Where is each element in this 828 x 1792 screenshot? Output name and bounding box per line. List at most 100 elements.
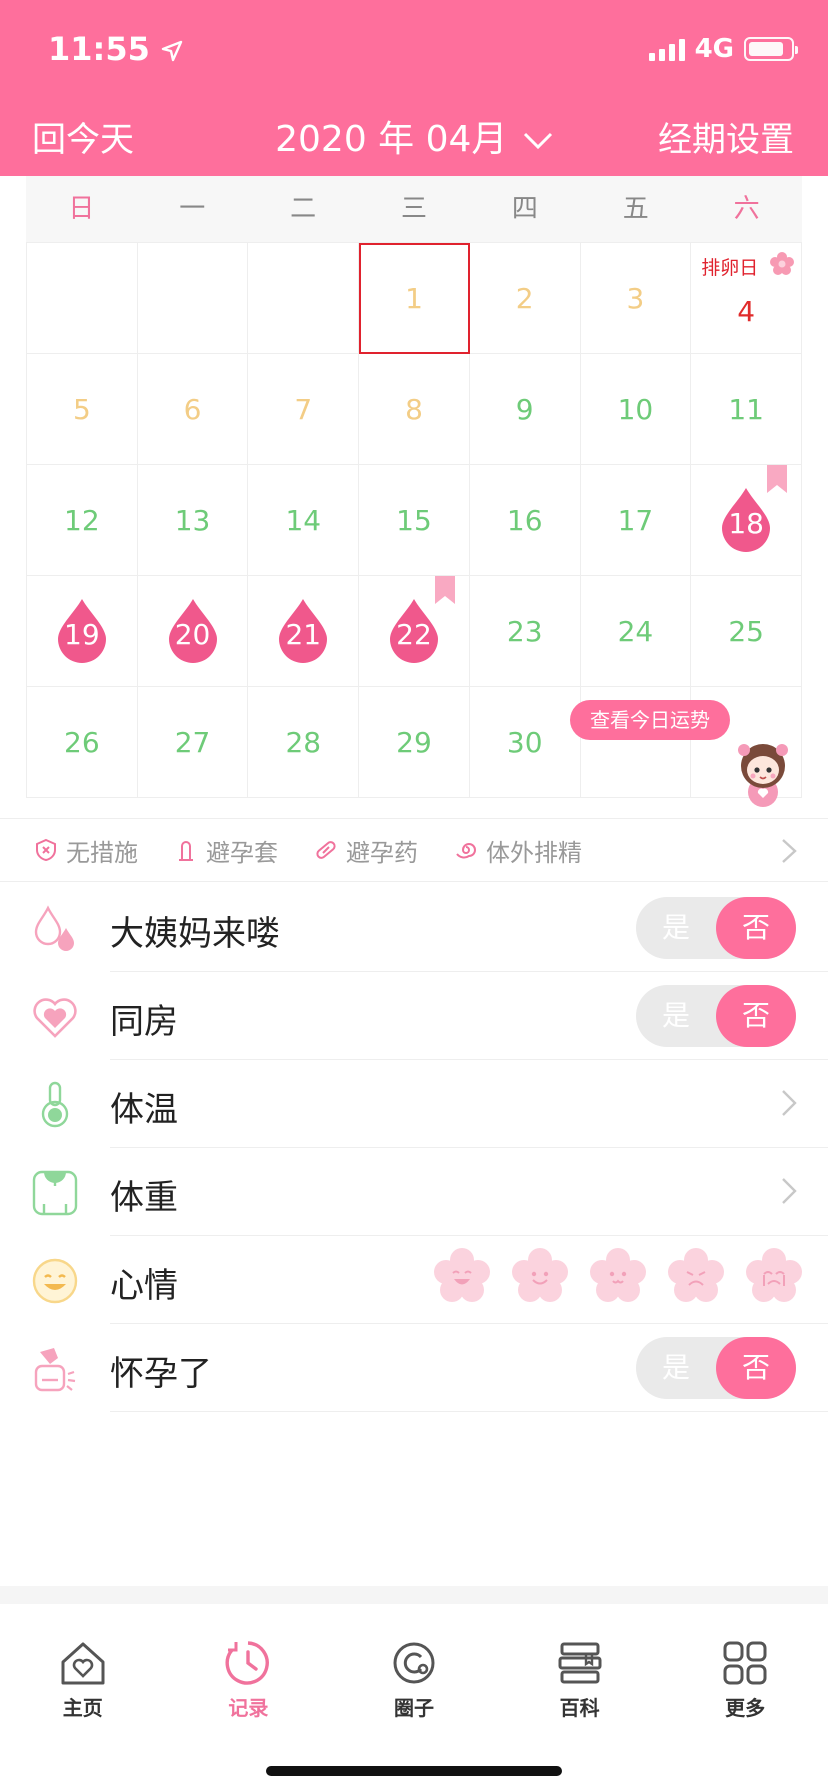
heart-icon xyxy=(33,998,77,1038)
day-number: 8 xyxy=(405,392,423,426)
record-label: 体温 xyxy=(110,1090,178,1130)
contraception-condom-label: 避孕套 xyxy=(206,838,278,867)
calendar-cell-period[interactable]: 18 xyxy=(691,465,802,576)
app-header: 11:55 4G 回今天 2020 年 04月 经期设置 xyxy=(0,0,828,176)
day-number: 9 xyxy=(515,392,534,426)
tab-label: 圈子 xyxy=(393,1696,434,1720)
day-number: 26 xyxy=(64,725,100,759)
record-label: 怀孕了 xyxy=(110,1354,212,1394)
mood-very-happy-icon[interactable] xyxy=(434,1248,490,1304)
calendar-cell-period[interactable]: 20 xyxy=(137,576,249,687)
toggle-no[interactable]: 否 xyxy=(716,897,796,959)
day-number: 10 xyxy=(617,392,654,426)
intimacy-toggle[interactable]: 是 否 xyxy=(636,985,796,1047)
location-arrow-icon xyxy=(161,40,183,62)
calendar-cell[interactable]: 13 xyxy=(137,465,249,576)
chevron-right-icon[interactable] xyxy=(780,837,798,865)
tab-record[interactable]: 记录 xyxy=(166,1604,332,1792)
calendar-cell[interactable]: 29 xyxy=(359,687,470,798)
tab-more[interactable]: 更多 xyxy=(662,1604,828,1792)
period-toggle[interactable]: 是 否 xyxy=(636,897,796,959)
calendar-cell[interactable]: 26 xyxy=(27,687,138,798)
tab-circle[interactable]: 圈子 xyxy=(331,1604,497,1792)
weekday-header: 日 一 二 三 四 五 六 xyxy=(26,176,802,242)
calendar-cell[interactable]: 14 xyxy=(248,465,360,576)
status-time-text: 11:55 xyxy=(48,30,150,68)
contraception-condom-option[interactable]: 避孕套 xyxy=(174,833,278,868)
toggle-yes[interactable]: 是 xyxy=(636,1337,716,1399)
calendar-cell[interactable]: 12 xyxy=(27,465,138,576)
calendar-cell[interactable]: 8 xyxy=(359,354,470,465)
calendar-cell-ovulation[interactable]: 排卵日 4 xyxy=(691,243,802,354)
calendar-cell-today[interactable]: 1 xyxy=(359,243,470,354)
tab-home[interactable]: 主页 xyxy=(0,1604,166,1792)
calendar-cell[interactable]: 9 xyxy=(469,354,581,465)
calendar-cell[interactable]: 30 xyxy=(469,687,581,798)
day-number: 22 xyxy=(396,617,432,651)
calendar-cell-period[interactable]: 22 xyxy=(359,576,470,687)
girl-mascot-icon[interactable] xyxy=(732,736,794,810)
calendar-cell[interactable]: 23 xyxy=(469,576,581,687)
weekday-label: 四 xyxy=(511,194,538,224)
day-number: 12 xyxy=(64,503,100,537)
calendar-cell[interactable]: 3 xyxy=(580,243,692,354)
daily-fortune-button[interactable]: 查看今日运势 xyxy=(570,700,730,740)
mood-happy-icon[interactable] xyxy=(512,1248,568,1304)
tab-label: 更多 xyxy=(725,1696,766,1720)
toggle-yes[interactable]: 是 xyxy=(636,985,716,1047)
mood-neutral-icon[interactable] xyxy=(590,1248,646,1304)
tab-label: 记录 xyxy=(228,1696,269,1720)
record-label: 大姨妈来喽 xyxy=(110,914,280,954)
chevron-right-icon xyxy=(782,1090,797,1116)
calendar-cell[interactable]: 5 xyxy=(27,354,138,465)
calendar-cell[interactable]: 25 xyxy=(691,576,802,687)
calendar-cell[interactable]: 16 xyxy=(469,465,581,576)
day-number: 16 xyxy=(506,503,543,537)
contraception-pill-option[interactable]: 避孕药 xyxy=(314,833,418,868)
calendar-cell[interactable]: 17 xyxy=(580,465,692,576)
calendar-cell-empty xyxy=(137,243,249,354)
pill-icon xyxy=(316,841,336,859)
pregnant-toggle[interactable]: 是 否 xyxy=(636,1337,796,1399)
period-settings-button[interactable]: 经期设置 xyxy=(658,112,794,161)
calendar-cell[interactable]: 6 xyxy=(137,354,249,465)
calendar-cell[interactable]: 27 xyxy=(137,687,249,798)
tab-wiki[interactable]: 百科 xyxy=(497,1604,663,1792)
day-number: 11 xyxy=(728,392,764,426)
drops-icon xyxy=(34,905,74,951)
chevron-down-icon xyxy=(523,132,552,150)
toggle-no[interactable]: 否 xyxy=(716,985,796,1047)
contraception-withdrawal-option[interactable]: 体外排精 xyxy=(454,833,582,868)
day-number: 1 xyxy=(405,281,423,315)
calendar-cell[interactable]: 15 xyxy=(359,465,470,576)
contraception-none-option[interactable]: 无措施 xyxy=(34,833,138,868)
toggle-yes[interactable]: 是 xyxy=(636,897,716,959)
record-row-weight[interactable]: 体重 xyxy=(0,1148,828,1236)
calendar-cell[interactable]: 7 xyxy=(248,354,360,465)
mood-crying-icon[interactable] xyxy=(746,1248,802,1304)
calendar-cell[interactable]: 10 xyxy=(580,354,692,465)
record-row-temperature[interactable]: 体温 xyxy=(0,1060,828,1148)
day-number: 3 xyxy=(626,281,645,315)
calendar-cell-period[interactable]: 21 xyxy=(248,576,360,687)
weekday-label: 二 xyxy=(290,194,317,224)
home-indicator[interactable] xyxy=(266,1766,562,1776)
day-number: 28 xyxy=(285,725,322,759)
calendar-cell[interactable]: 28 xyxy=(248,687,360,798)
mood-sad-icon[interactable] xyxy=(668,1248,724,1304)
battery-icon xyxy=(744,37,798,61)
section-separator xyxy=(0,1586,828,1604)
record-list: 大姨妈来喽 是 否 同房 是 否 体温 体重 心情 怀孕了 是 否 xyxy=(0,884,828,1412)
calendar-cell[interactable]: 2 xyxy=(469,243,581,354)
books-icon xyxy=(558,1642,602,1684)
calendar-cell-period[interactable]: 19 xyxy=(27,576,138,687)
toggle-no[interactable]: 否 xyxy=(716,1337,796,1399)
record-label: 体重 xyxy=(110,1178,178,1218)
calendar-cell[interactable]: 11 xyxy=(691,354,802,465)
pregnancy-icon xyxy=(34,1348,76,1392)
calendar-cell[interactable]: 24 xyxy=(580,576,692,687)
day-number: 21 xyxy=(285,617,322,651)
bookmark-icon xyxy=(434,576,455,604)
bookmark-icon xyxy=(767,465,787,493)
thermometer-icon xyxy=(41,1081,69,1128)
